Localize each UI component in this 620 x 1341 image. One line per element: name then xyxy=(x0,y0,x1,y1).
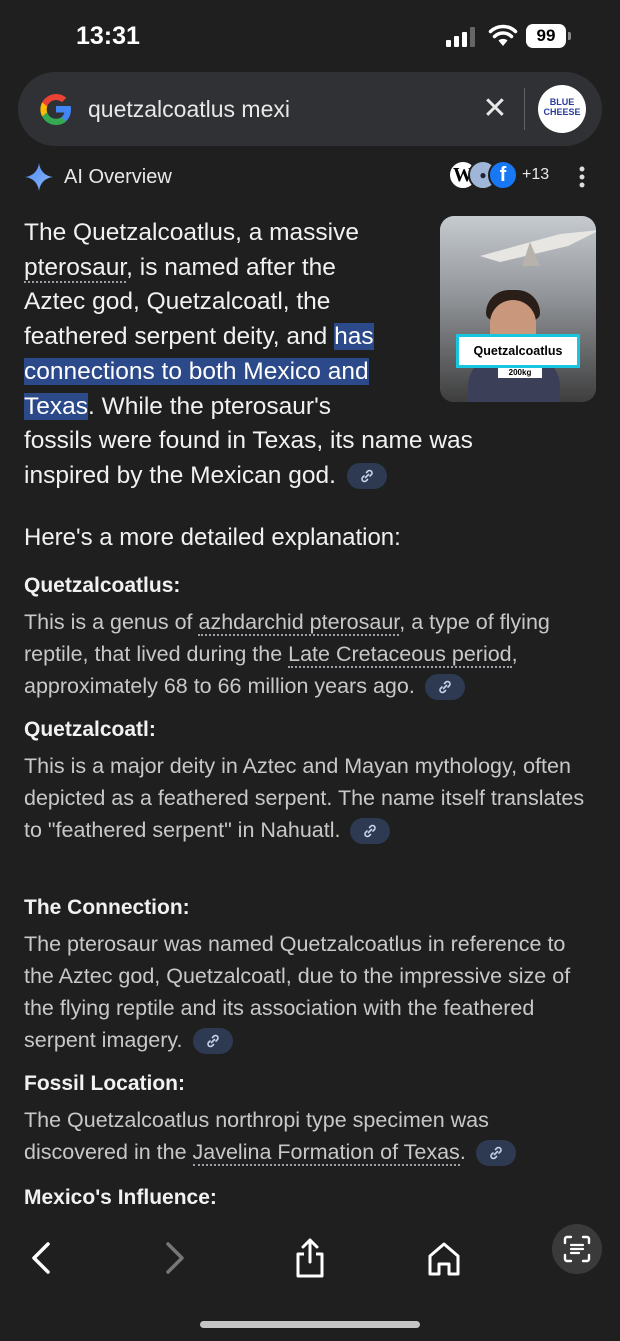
section-connection: The Connection: The pterosaur was named … xyxy=(24,896,596,1056)
facebook-icon[interactable]: f xyxy=(488,160,518,190)
google-logo-icon xyxy=(40,94,71,125)
avatar-text: BLUE CHEESE xyxy=(543,97,581,117)
quetzalcoatlus-video-thumbnail[interactable]: Quetzalcoatlus 200kg xyxy=(440,216,596,402)
lens-button[interactable] xyxy=(552,1224,602,1274)
more-options-icon[interactable] xyxy=(576,162,588,192)
citation-link-button[interactable] xyxy=(475,1140,516,1167)
battery-tip xyxy=(568,32,571,40)
cellular-signal-icon xyxy=(446,27,475,47)
close-icon[interactable]: ✕ xyxy=(480,94,510,124)
link-icon xyxy=(364,825,377,838)
search-divider xyxy=(524,88,525,130)
link-icon xyxy=(206,1035,219,1048)
section-text: The pterosaur was named Quetzalcoatlus i… xyxy=(24,928,596,1056)
summary-text: . While the pterosaur's fossils were fou… xyxy=(24,392,473,489)
status-bar: 13:31 99 xyxy=(0,0,620,70)
section-text-part: This is a genus of xyxy=(24,610,199,634)
link-icon xyxy=(439,681,451,694)
javelina-formation-link[interactable]: Javelina Formation of Texas xyxy=(192,1140,460,1166)
home-icon[interactable] xyxy=(420,1234,468,1282)
wifi-icon xyxy=(488,24,518,46)
forward-icon[interactable] xyxy=(150,1234,198,1282)
section-fossil-location: Fossil Location: The Quetzalcoatlus nort… xyxy=(24,1072,596,1168)
pterosaur-link[interactable]: pterosaur xyxy=(24,253,127,283)
section-text: This is a major deity in Aztec and Mayan… xyxy=(24,750,596,846)
battery-level: 99 xyxy=(526,24,566,48)
link-icon xyxy=(490,1147,502,1160)
section-title: The Connection: xyxy=(24,896,190,919)
battery-indicator: 99 xyxy=(526,24,572,48)
section-text: The Quetzalcoatlus northropi type specim… xyxy=(24,1104,596,1168)
search-bar[interactable]: quetzalcoatlus mexi ✕ BLUE CHEESE xyxy=(18,72,602,146)
search-input[interactable]: quetzalcoatlus mexi xyxy=(88,96,290,123)
status-time: 13:31 xyxy=(76,22,140,50)
section-mexico-influence: Mexico's Influence: xyxy=(24,1186,596,1218)
thumbnail-caption: Quetzalcoatlus xyxy=(456,334,580,368)
source-icons[interactable]: W ● f +13 xyxy=(448,160,568,192)
pterosaur-model-image xyxy=(480,230,596,266)
bottom-navigation xyxy=(0,1222,620,1296)
gemini-sparkle-icon xyxy=(25,163,53,191)
link-icon xyxy=(360,470,373,483)
section-text-part: . xyxy=(459,1140,466,1164)
late-cretaceous-link[interactable]: Late Cretaceous period xyxy=(288,642,512,668)
detail-heading: Here's a more detailed explanation: xyxy=(24,524,401,551)
section-quetzalcoatl: Quetzalcoatl: This is a major deity in A… xyxy=(24,718,596,846)
thumbnail-subcaption: 200kg xyxy=(498,368,542,378)
sources-more-count[interactable]: +13 xyxy=(522,166,549,184)
section-text: This is a genus of azhdarchid pterosaur,… xyxy=(24,606,596,702)
section-title: Quetzalcoatl: xyxy=(24,718,156,741)
citation-link-button[interactable] xyxy=(350,818,391,845)
section-quetzalcoatlus: Quetzalcoatlus: This is a genus of azhda… xyxy=(24,574,596,702)
citation-link-button[interactable] xyxy=(346,463,387,490)
lens-icon xyxy=(563,1235,591,1263)
avatar[interactable]: BLUE CHEESE xyxy=(538,85,586,133)
back-icon[interactable] xyxy=(18,1234,66,1282)
azhdarchid-pterosaur-link[interactable]: azhdarchid pterosaur xyxy=(198,610,400,636)
citation-link-button[interactable] xyxy=(192,1028,233,1055)
ai-overview-header: AI Overview W ● f +13 xyxy=(24,158,604,198)
ai-overview-label: AI Overview xyxy=(64,166,172,188)
section-text-part: This is a major deity in Aztec and Mayan… xyxy=(24,754,585,842)
section-title: Fossil Location: xyxy=(24,1072,186,1095)
summary-text: The Quetzalcoatlus, a massive xyxy=(24,219,359,246)
section-text-part: The pterosaur was named Quetzalcoatlus i… xyxy=(24,932,571,1052)
section-title: Mexico's Influence: xyxy=(24,1186,217,1209)
home-indicator[interactable] xyxy=(200,1321,420,1328)
section-title: Quetzalcoatlus: xyxy=(24,574,181,597)
share-icon[interactable] xyxy=(286,1234,334,1282)
citation-link-button[interactable] xyxy=(424,674,465,701)
